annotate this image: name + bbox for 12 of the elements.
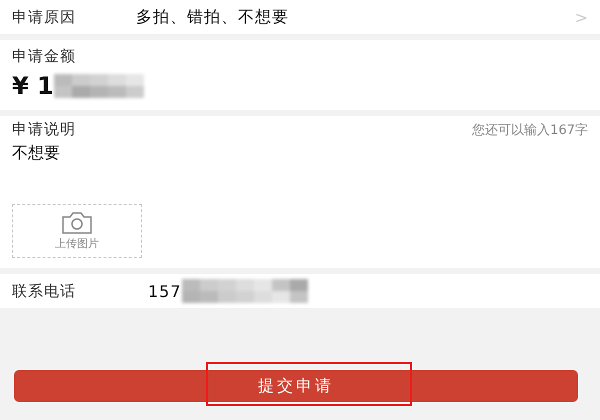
- character-counter: 您还可以输入167字: [472, 122, 588, 138]
- submit-button[interactable]: 提交申请: [14, 370, 578, 402]
- camera-icon: [61, 212, 93, 234]
- amount-label: 申请金额: [12, 47, 76, 65]
- phone-field[interactable]: 157: [148, 282, 182, 300]
- reason-label: 申请原因: [12, 8, 77, 26]
- upload-button[interactable]: 上传图片: [12, 204, 142, 258]
- description-field[interactable]: 不想要: [12, 143, 588, 164]
- amount-value: ¥ 1: [12, 72, 54, 100]
- reason-value[interactable]: 多拍、错拍、不想要: [136, 6, 575, 28]
- description-label: 申请说明: [12, 120, 76, 139]
- phone-label: 联系电话: [12, 282, 77, 300]
